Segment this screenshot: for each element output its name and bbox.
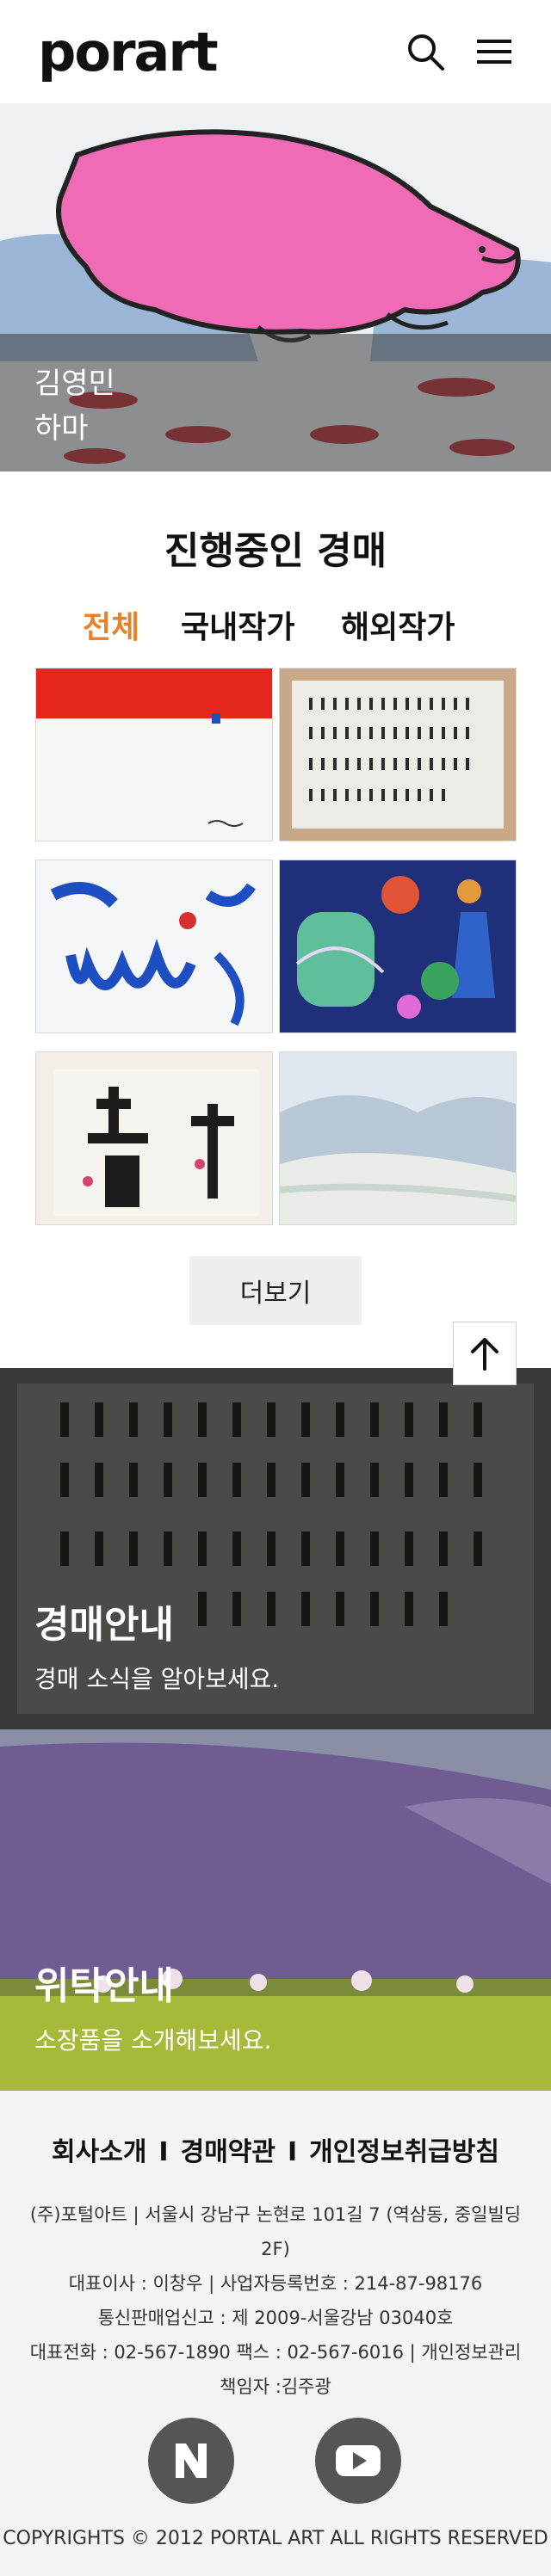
tab-overseas-artists[interactable]: 해외작가 [341,602,455,647]
consignment-guide-banner[interactable]: 위탁안내 소장품을 소개해보세요. [0,1729,551,2091]
link-separator: I [158,2137,169,2167]
artwork-card[interactable] [35,1051,273,1225]
banner-subtitle: 소장품을 소개해보세요. [34,2026,272,2055]
hero-artist-name: 김영민 [34,367,115,401]
hero-caption-overlay [0,334,551,471]
company-info-link[interactable]: 회사소개 [52,2137,146,2167]
auction-terms-link[interactable]: 경매약관 [181,2137,276,2167]
artwork-thumbnail [280,1052,516,1224]
search-icon[interactable] [405,31,446,72]
hero-banner[interactable]: 김영민 하마 [0,103,551,471]
privacy-policy-link[interactable]: 개인정보취급방침 [309,2137,499,2167]
hamburger-menu-icon[interactable] [474,31,515,72]
artwork-thumbnail [36,669,272,841]
company-registration: 통신판매업신고 : 제 2009-서울강남 03040호 [97,2308,454,2328]
artwork-thumbnail [36,860,272,1032]
banner-title: 경매안내 [34,1603,174,1647]
artwork-thumbnail [36,1052,272,1224]
youtube-icon[interactable] [315,2418,401,2504]
hero-artwork-title: 하마 [34,411,89,446]
artwork-card[interactable] [35,668,273,841]
site-footer: 회사소개 I 경매약관 I 개인정보취급방침 (주)포털아트 | 서울시 강남구 논현로… [0,2091,551,2576]
artist-filter-tabs: 전체 국내작가 해외작가 [0,602,551,645]
company-contact: 대표전화 : 02-567-1890 팩스 : 02-567-6016 | 개인… [29,2342,522,2397]
auction-guide-banner[interactable]: 경매안내 경매 소식을 알아보세요. [0,1368,551,1729]
arrow-up-icon [471,1338,498,1371]
artwork-thumbnail [280,860,516,1032]
footer-links: 회사소개 I 경매약관 I 개인정보취급방침 [0,2130,551,2168]
company-ceo: 대표이사 : 이창우 | 사업자등록번호 : 214-87-98176 [68,2273,483,2294]
link-separator: I [288,2137,298,2167]
logo[interactable]: porart [38,22,219,83]
copyright-text: COPYRIGHTS © 2012 PORTAL ART ALL RIGHTS … [3,2528,548,2549]
artwork-card[interactable] [279,1051,517,1225]
tab-domestic-artists[interactable]: 국내작가 [181,602,294,647]
artwork-card[interactable] [35,860,273,1033]
scroll-top-button[interactable] [453,1322,517,1385]
banner-subtitle: 경매 소식을 알아보세요. [34,1665,280,1693]
section-title: 진행중인 경매 [164,529,387,573]
banner-title: 위탁안내 [34,1964,174,2008]
naver-blog-icon[interactable] [148,2418,234,2504]
artwork-thumbnail [280,669,516,841]
company-info: (주)포털아트 | 서울시 강남구 논현로 101길 7 (역삼동, 중일빌딩 … [24,2197,527,2404]
more-button[interactable]: 더보기 [189,1256,362,1325]
artwork-card[interactable] [279,668,517,841]
company-address: (주)포털아트 | 서울시 강남구 논현로 101길 7 (역삼동, 중일빌딩 … [29,2204,522,2259]
tab-all[interactable]: 전체 [83,602,139,647]
site-header: porart [0,0,551,103]
artwork-card[interactable] [279,860,517,1033]
